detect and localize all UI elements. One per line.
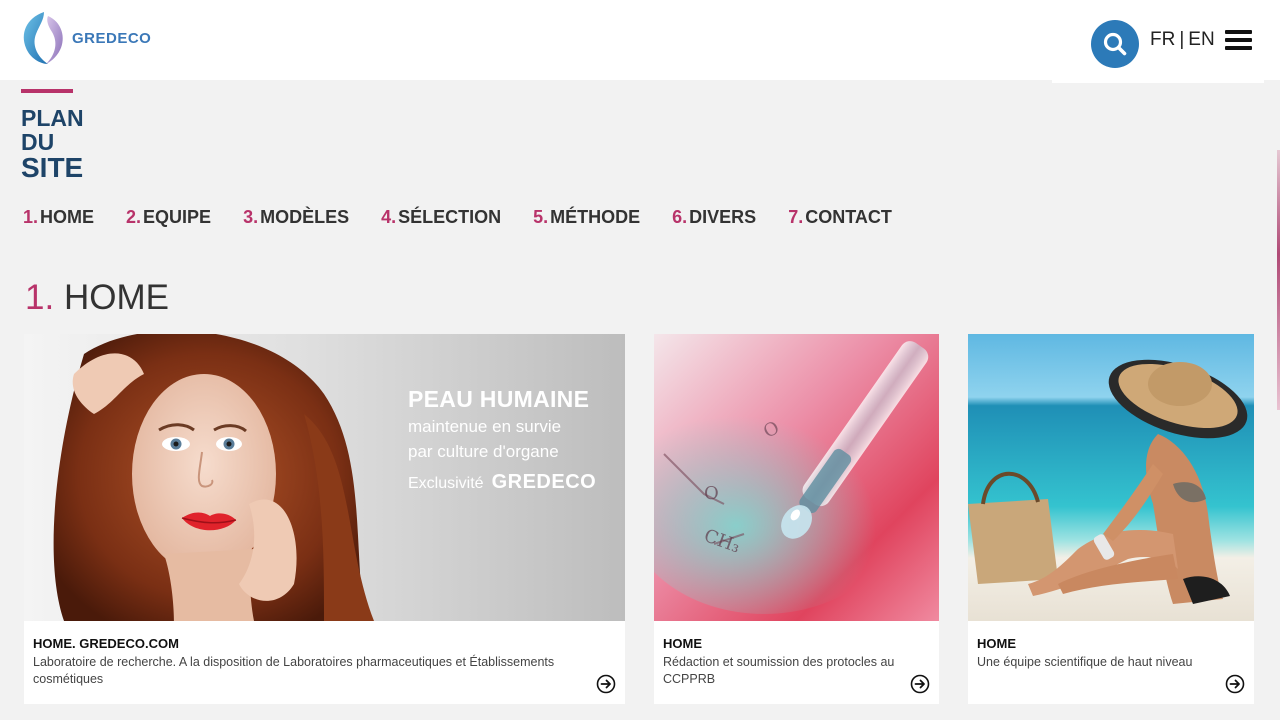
nav-item-label: SÉLECTION [398, 207, 502, 227]
nav-item-number: 3. [243, 207, 259, 227]
nav-item-label: MÉTHODE [550, 207, 641, 227]
search-icon [1103, 32, 1127, 56]
section-number: 1. [25, 278, 55, 317]
nav-item-modeles[interactable]: 3. MODÈLES [243, 207, 349, 228]
arrow-right-circle-icon[interactable] [596, 674, 616, 694]
card-image-beach [968, 334, 1254, 621]
sitemap-nav: 1. HOME 2. EQUIPE 3. MODÈLES 4. SÉLECTION 5.… [23, 207, 924, 228]
banner-line2: par culture d'organe [408, 442, 559, 461]
card-description: Rédaction et soumission des protocles au… [663, 655, 895, 686]
nav-item-number: 7. [788, 207, 804, 227]
card-home-gredeco[interactable]: PEAU HUMAINE maintenue en survie par cul… [24, 334, 625, 704]
lang-en-link[interactable]: EN [1188, 29, 1214, 51]
nav-item-home[interactable]: 1. HOME [23, 207, 94, 228]
page-title-line3: SITE [21, 152, 84, 183]
page-title: PLAN DU SITE [21, 106, 84, 182]
section-title: HOME [63, 278, 169, 317]
search-button[interactable] [1091, 20, 1139, 68]
nav-item-label: EQUIPE [143, 207, 212, 227]
nav-item-label: MODÈLES [260, 207, 350, 227]
pipette-image: O CH₃ O [654, 334, 939, 621]
hamburger-icon[interactable] [1225, 30, 1252, 50]
banner-exclusivity: Exclusivité GREDECO [408, 471, 596, 494]
site-header: GREDECO FR | EN [0, 0, 1280, 83]
card-title: HOME. GREDECO.COM [33, 636, 179, 651]
nav-item-number: 5. [533, 207, 549, 227]
title-accent-bar [21, 89, 73, 93]
nav-item-number: 6. [672, 207, 688, 227]
logo-link[interactable]: GREDECO [18, 10, 151, 66]
nav-item-label: DIVERS [689, 207, 757, 227]
nav-item-equipe[interactable]: 2. EQUIPE [126, 207, 211, 228]
banner-line1: maintenue en survie [408, 417, 562, 436]
lang-separator: | [1179, 29, 1185, 50]
banner-title: PEAU HUMAINE [408, 386, 590, 412]
card-title: HOME [977, 636, 1016, 651]
lang-fr-link[interactable]: FR [1150, 29, 1175, 51]
banner-brand: GREDECO [491, 471, 597, 493]
nav-item-number: 1. [23, 207, 39, 227]
page-title-line2: DU [21, 129, 55, 155]
nav-item-number: 2. [126, 207, 142, 227]
header-tools: FR | EN [1052, 0, 1264, 83]
nav-item-label: CONTACT [805, 207, 892, 227]
card-description: Laboratoire de recherche. A la dispositi… [33, 655, 555, 686]
nav-item-label: HOME [40, 207, 95, 227]
arrow-right-circle-icon[interactable] [910, 674, 930, 694]
gredeco-logo-icon [23, 12, 63, 64]
nav-item-methode[interactable]: 5. MÉTHODE [533, 207, 640, 228]
page-title-line1: PLAN [21, 105, 84, 131]
nav-item-selection[interactable]: 4. SÉLECTION [381, 207, 501, 228]
card-description: Une équipe scientifique de haut niveau [977, 655, 1193, 669]
card-home-protocols[interactable]: O CH₃ O HOME Rédaction et soumission des… [654, 334, 939, 704]
arrow-right-circle-icon[interactable] [1225, 674, 1245, 694]
nav-item-contact[interactable]: 7. CONTACT [788, 207, 892, 228]
card-image-woman-portrait: PEAU HUMAINE maintenue en survie par cul… [24, 334, 625, 621]
nav-item-number: 4. [381, 207, 397, 227]
beach-woman-image [968, 334, 1254, 621]
card-image-pipette: O CH₃ O [654, 334, 939, 621]
banner-excl-label: Exclusivité [408, 475, 484, 492]
banner-text: PEAU HUMAINE maintenue en survie par cul… [408, 386, 596, 494]
logo-text: GREDECO [72, 29, 152, 47]
language-switcher: FR | EN [1150, 29, 1215, 51]
svg-text:O: O [704, 483, 719, 504]
section-heading: 1. HOME [25, 278, 169, 318]
card-home-team[interactable]: HOME Une équipe scientifique de haut niv… [968, 334, 1254, 704]
nav-item-divers[interactable]: 6. DIVERS [672, 207, 756, 228]
card-title: HOME [663, 636, 702, 651]
